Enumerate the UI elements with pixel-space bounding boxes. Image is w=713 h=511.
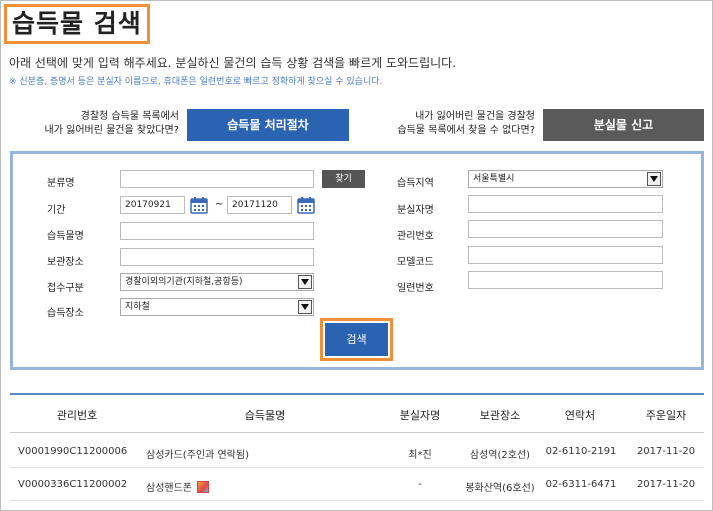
chevron-down-icon[interactable] [298, 300, 312, 314]
found-place-select-value: 지하철 [125, 302, 150, 312]
table-header: 관리번호 습득물명 분실자명 보관장소 연락처 주운일자 [10, 393, 704, 433]
search-button[interactable]: 검색 [325, 323, 388, 356]
cell-found-date: 2017-11-20 [636, 446, 696, 457]
cell-item-name-wrap[interactable]: 삼성핸드폰 [146, 479, 209, 494]
model-code-input[interactable] [468, 246, 663, 264]
find-category-button[interactable]: 찾기 [322, 170, 365, 188]
calendar-from-icon[interactable] [190, 196, 208, 214]
table-row[interactable]: V0000336C11200002 삼성핸드폰 - 봉화산역(6호선) 02-6… [10, 468, 704, 501]
image-thumbnail-icon[interactable] [197, 481, 209, 493]
lost-report-button[interactable]: 분실물 신고 [543, 109, 704, 141]
guide-left-line2: 내가 잃어버린 물건을 찾았다면? [44, 125, 179, 136]
loser-name-label: 분실자명 [397, 205, 434, 216]
guide-right-line2: 습득물 목록에서 찾을 수 없다면? [397, 125, 535, 136]
header-manage-no: 관리번호 [56, 409, 98, 422]
cell-contact: 02-6311-6471 [545, 479, 617, 490]
chevron-down-icon[interactable] [298, 275, 312, 289]
found-place-label: 습득장소 [47, 308, 84, 319]
category-input[interactable] [120, 170, 314, 188]
cell-storage: 봉화산역(6호선) [465, 483, 535, 494]
category-label: 분류명 [47, 178, 75, 189]
intake-label: 접수구분 [47, 283, 84, 294]
serial-no-input[interactable] [468, 271, 663, 289]
header-contact: 연락처 [564, 409, 596, 422]
guide-right-line1: 내가 잃어버린 물건을 경찰청 [415, 111, 535, 122]
page-description: 아래 선택에 맞게 입력 해주세요. 분실하신 물건의 습득 상황 검색을 빠르… [9, 56, 457, 70]
region-select[interactable]: 서울특별시 [468, 170, 663, 188]
storage-input[interactable] [120, 248, 314, 266]
page-note: ※ 신분증, 증명서 등은 분실자 이름으로, 휴대폰은 일련번호로 빠르고 정… [9, 77, 383, 87]
found-place-select[interactable]: 지하철 [120, 298, 314, 316]
process-guide-button[interactable]: 습득물 처리절차 [187, 109, 349, 141]
cell-manage-no[interactable]: V0001990C11200006 [18, 446, 127, 457]
guide-right-text: 내가 잃어버린 물건을 경찰청 습득물 목록에서 찾을 수 없다면? [384, 110, 535, 138]
cell-found-date: 2017-11-20 [636, 479, 696, 490]
cell-item-name[interactable]: 삼성카드(주인과 연락됨) [146, 446, 249, 461]
header-storage: 보관장소 [479, 409, 521, 422]
guide-left-line1: 경찰청 습득물 목록에서 [80, 111, 179, 122]
manage-no-label: 관리번호 [397, 231, 434, 242]
cell-loser-name: - [418, 479, 422, 490]
cell-manage-no[interactable]: V0000336C11200002 [18, 479, 127, 490]
cell-item-name[interactable]: 삼성핸드폰 [146, 483, 192, 494]
model-code-label: 모델코드 [397, 257, 434, 268]
period-label: 기간 [47, 205, 66, 216]
page-title: 습득물 검색 [12, 9, 142, 38]
table-row[interactable]: V0001990C11200006 삼성카드(주인과 연락됨) 최*진 삼성역(… [10, 435, 704, 468]
cell-storage: 삼성역(2호선) [469, 450, 531, 461]
region-select-value: 서울특별시 [473, 174, 515, 184]
intake-select[interactable]: 경찰이외의기관(지하철,공항등) [120, 273, 314, 291]
storage-label: 보관장소 [47, 257, 84, 268]
period-from-input[interactable]: 20170921 [120, 196, 185, 214]
intake-select-value: 경찰이외의기관(지하철,공항등) [125, 277, 243, 287]
item-name-label: 습득물명 [47, 231, 84, 242]
region-label: 습득지역 [397, 178, 434, 189]
calendar-to-icon[interactable] [297, 196, 315, 214]
header-loser-name: 분실자명 [399, 409, 441, 422]
period-tilde: ~ [215, 199, 224, 210]
header-item-name: 습득물명 [244, 409, 286, 422]
header-found-date: 주운일자 [645, 409, 687, 422]
item-name-input[interactable] [120, 222, 314, 240]
manage-no-input[interactable] [468, 220, 663, 238]
cell-contact: 02-6110-2191 [545, 446, 617, 457]
serial-no-label: 일련번호 [397, 283, 434, 294]
guide-left-text: 경찰청 습득물 목록에서 내가 잃어버린 물건을 찾았다면? [28, 110, 179, 138]
period-to-input[interactable]: 20171120 [227, 196, 292, 214]
cell-loser-name: 최*진 [408, 450, 432, 461]
loser-name-input[interactable] [468, 195, 663, 213]
chevron-down-icon[interactable] [647, 172, 661, 186]
